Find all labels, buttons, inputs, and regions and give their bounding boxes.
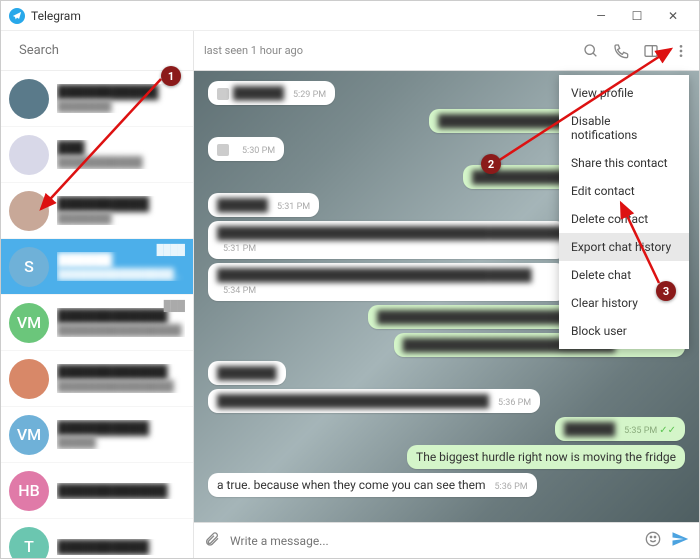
chat-preview: ███████████ <box>57 156 185 169</box>
chat-name: ███ <box>57 140 185 156</box>
message: ███████ <box>208 361 685 385</box>
header-status: last seen 1 hour ago <box>204 44 583 57</box>
dropdown-item[interactable]: Edit contact <box>559 177 689 205</box>
annotation-1: 1 <box>161 66 181 86</box>
chat-name: ████████████ <box>57 364 185 380</box>
dropdown-item[interactable]: View profile <box>559 79 689 107</box>
context-menu: View profileDisable notificationsShare t… <box>559 75 689 349</box>
dropdown-item[interactable]: Disable notifications <box>559 107 689 149</box>
chat-time: ████ <box>157 245 185 256</box>
chat-time: ███ <box>164 301 185 312</box>
annotation-2: 2 <box>481 154 501 174</box>
chat-item[interactable]: VM ████████████ ████████████████ ███ <box>1 295 193 351</box>
emoji-icon[interactable] <box>645 531 661 551</box>
avatar <box>9 135 49 175</box>
close-button[interactable]: ✕ <box>655 1 691 31</box>
message: ████████████████████████████████ 5:36 PM <box>208 389 685 413</box>
avatar: T <box>9 527 49 559</box>
chat-preview: ███████████████ <box>57 380 185 393</box>
composer <box>194 522 699 558</box>
chat-item[interactable]: VM ██████████ █████ <box>1 407 193 463</box>
chat-name: ████████████ <box>57 483 185 499</box>
chat-name: ██████████ <box>57 539 185 555</box>
main-panel: last seen 1 hour ago ██████ 5:29 PM█████… <box>194 31 699 558</box>
chat-preview: ███████ <box>57 212 185 225</box>
dropdown-item[interactable]: Block user <box>559 317 689 345</box>
chat-item[interactable]: ███ ███████████ <box>1 127 193 183</box>
message: ██████ 5:35 PM✓✓ <box>208 417 685 441</box>
avatar <box>9 191 49 231</box>
message-input[interactable] <box>230 534 635 548</box>
chat-header: last seen 1 hour ago <box>194 31 699 71</box>
chat-name: ██████████ <box>57 196 185 212</box>
chat-preview: ████████████████ <box>57 324 185 337</box>
search-input[interactable] <box>19 43 185 58</box>
chat-item[interactable]: ████████████ ███████████████ <box>1 351 193 407</box>
dropdown-item[interactable]: Delete contact <box>559 205 689 233</box>
attach-icon[interactable] <box>204 531 220 551</box>
chat-preview: █████ <box>57 436 185 449</box>
sidepanel-icon[interactable] <box>643 43 659 59</box>
sidebar: ███████████ ███████ ███ ███████████ ████… <box>1 31 194 558</box>
search-icon[interactable] <box>583 43 599 59</box>
dropdown-item[interactable]: Share this contact <box>559 149 689 177</box>
titlebar: Telegram — ☐ ✕ <box>1 1 699 31</box>
chat-item[interactable]: HB ████████████ <box>1 463 193 519</box>
window-title: Telegram <box>31 9 583 23</box>
avatar: HB <box>9 471 49 511</box>
message: a true. because when they come you can s… <box>208 473 685 497</box>
app-icon <box>9 8 25 24</box>
chat-item[interactable]: S ██████ ██████████████████ ████ <box>1 239 193 295</box>
send-icon[interactable] <box>671 530 689 552</box>
chat-item[interactable]: T ██████████ <box>1 519 193 558</box>
message: The biggest hurdle right now is moving t… <box>208 445 685 469</box>
call-icon[interactable] <box>613 43 629 59</box>
avatar <box>9 79 49 119</box>
dropdown-item[interactable]: Export chat history <box>559 233 689 261</box>
avatar <box>9 359 49 399</box>
minimize-button[interactable]: — <box>583 1 619 31</box>
avatar: S <box>9 247 49 287</box>
chat-name: ██████████ <box>57 420 185 436</box>
chat-item[interactable]: ██████████ ███████ <box>1 183 193 239</box>
more-icon[interactable] <box>673 43 689 59</box>
chat-preview: ███████ <box>57 100 185 113</box>
chat-list: ███████████ ███████ ███ ███████████ ████… <box>1 71 193 558</box>
chat-name: ███████████ <box>57 84 185 100</box>
avatar: VM <box>9 415 49 455</box>
maximize-button[interactable]: ☐ <box>619 1 655 31</box>
avatar: VM <box>9 303 49 343</box>
chat-preview: ██████████████████ <box>57 268 185 281</box>
annotation-3: 3 <box>656 281 676 301</box>
